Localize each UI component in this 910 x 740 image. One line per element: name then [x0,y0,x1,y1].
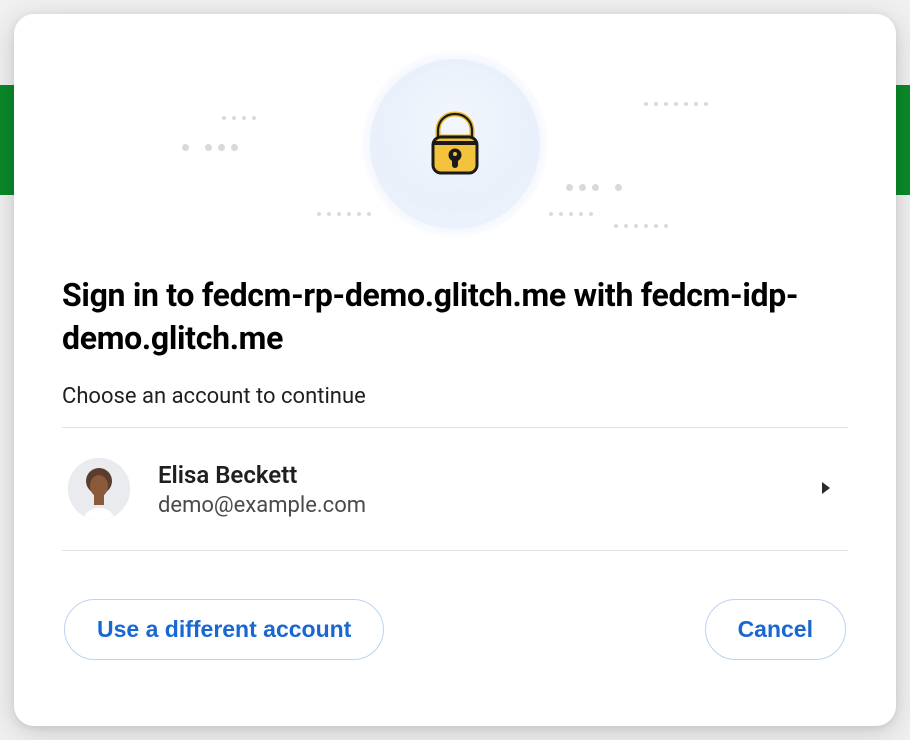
signin-dialog: Sign in to fedcm-rp-demo.glitch.me with … [14,14,896,726]
account-email: demo@example.com [158,493,820,518]
lock-icon [426,111,484,177]
chevron-right-icon [820,480,832,499]
account-info: Elisa Beckett demo@example.com [158,461,820,518]
account-name: Elisa Beckett [158,461,820,489]
account-option[interactable]: Elisa Beckett demo@example.com [62,428,848,550]
decorative-dots [317,212,371,216]
decorative-dots [644,102,708,106]
dialog-actions: Use a different account Cancel [62,599,848,660]
divider [62,550,848,551]
decorative-dots [614,224,668,228]
decorative-dots [549,212,593,216]
decorative-dots [566,184,622,191]
use-different-account-button[interactable]: Use a different account [64,599,384,660]
cancel-button[interactable]: Cancel [705,599,846,660]
decorative-dots [222,116,256,120]
dialog-subtitle: Choose an account to continue [62,384,848,409]
decorative-dots [182,144,238,151]
avatar [68,458,130,520]
lock-badge [370,59,540,229]
hero-illustration [62,44,848,244]
dialog-title: Sign in to fedcm-rp-demo.glitch.me with … [62,274,848,360]
